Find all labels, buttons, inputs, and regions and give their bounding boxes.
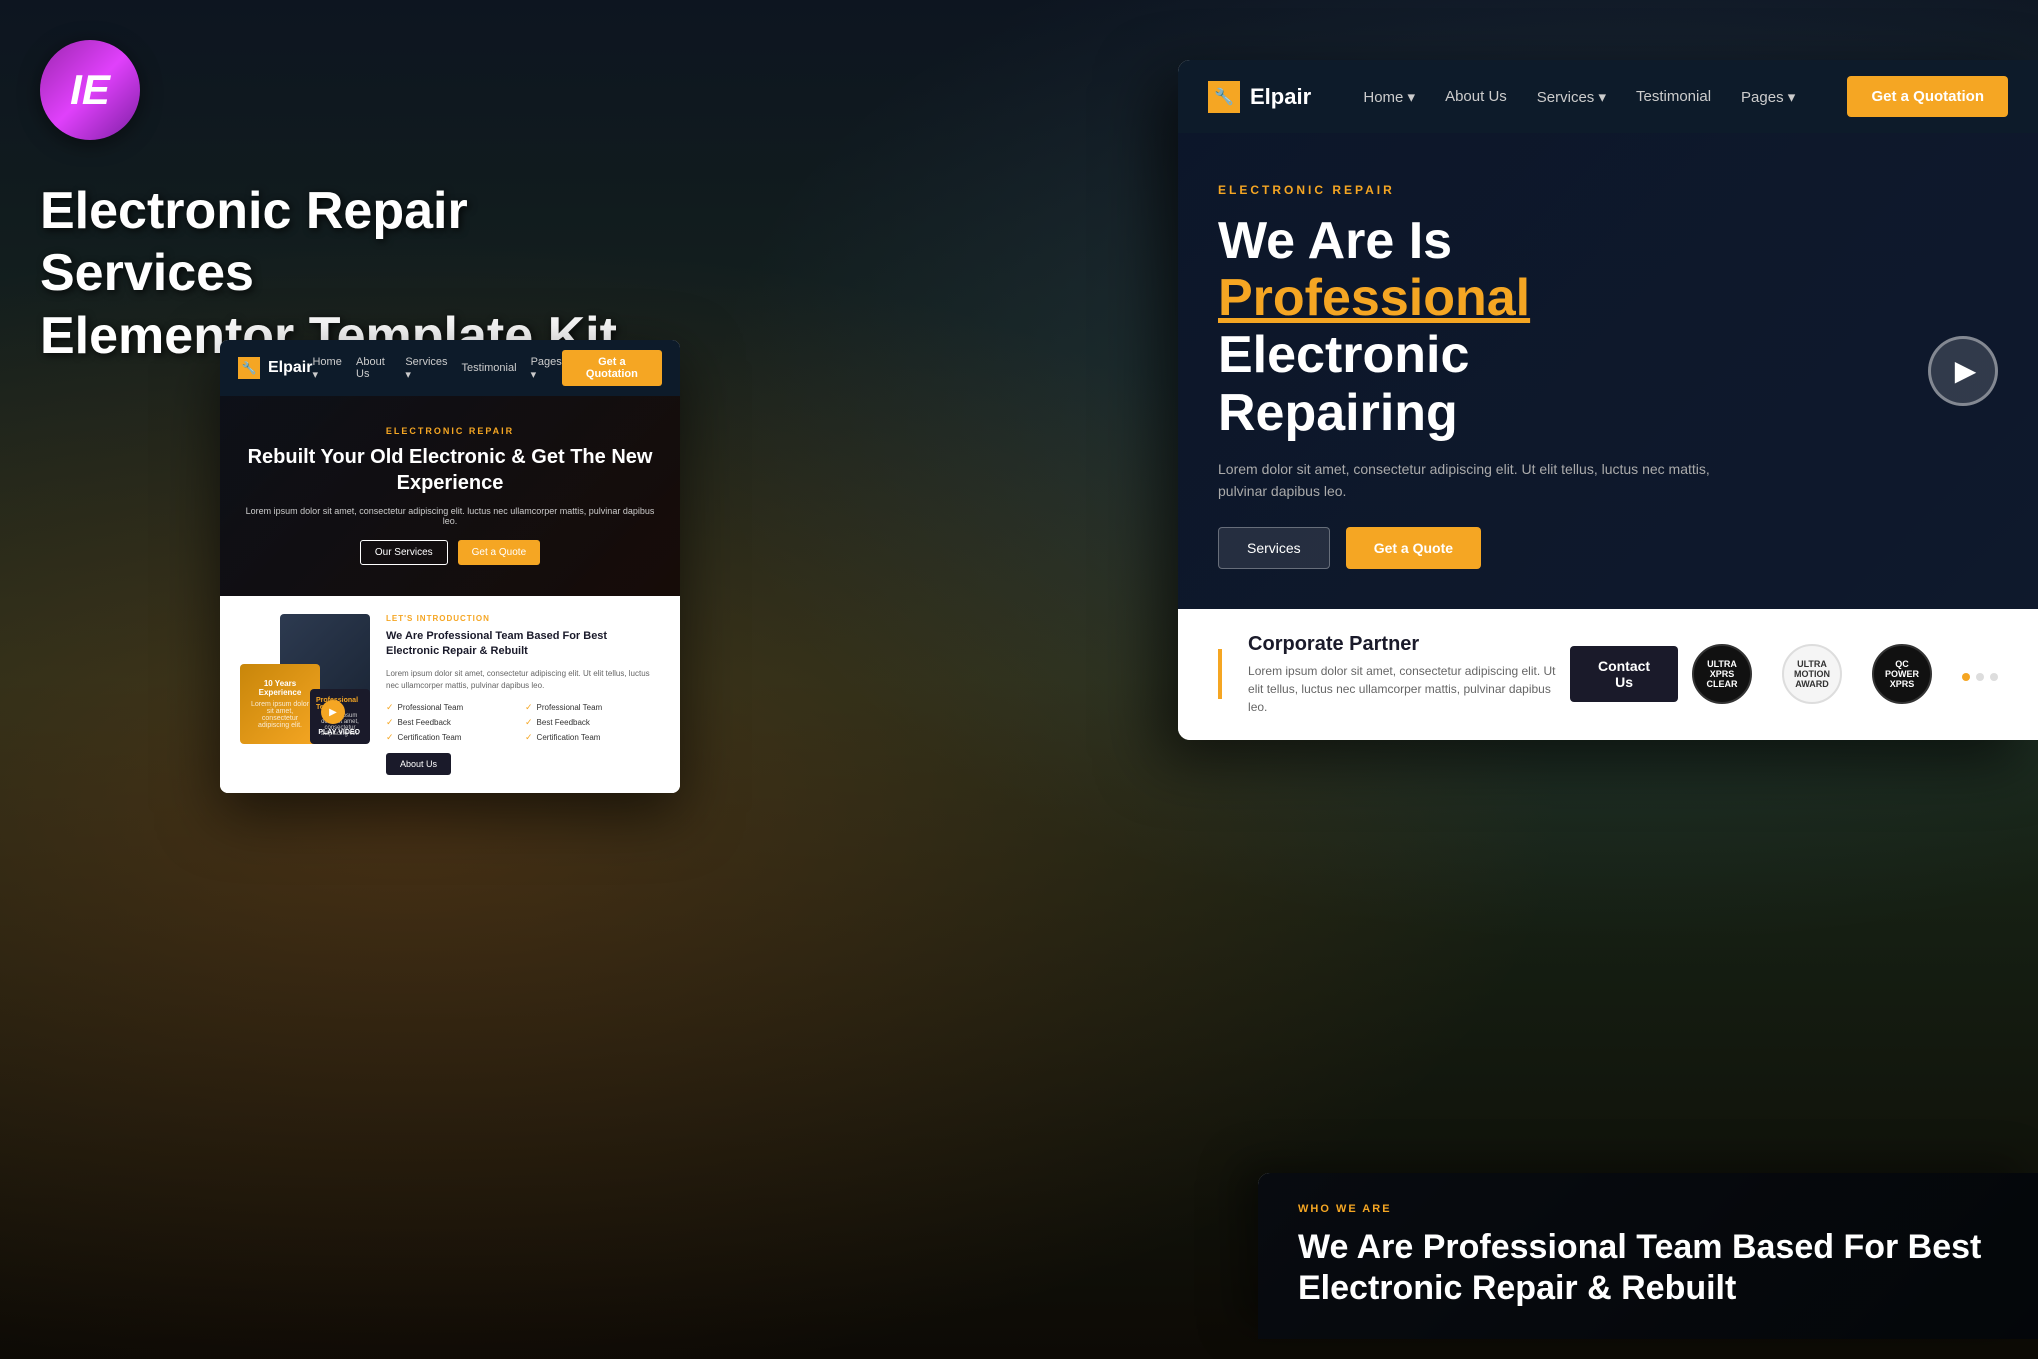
logo-icon-small: 🔧: [238, 357, 260, 379]
check-label-6: Certification Team: [537, 733, 601, 742]
check-label-1: Professional Team: [398, 703, 464, 712]
btn-get-quote-small[interactable]: Get a Quote: [458, 540, 540, 565]
bottom-card-content: WHO WE ARE We Are Professional Team Base…: [1258, 1173, 2038, 1339]
play-button-small[interactable]: ▶: [321, 700, 345, 724]
check-label-5: Certification Team: [398, 733, 462, 742]
nav-pages-small[interactable]: Pages ▾: [531, 356, 562, 381]
check-label-4: Best Feedback: [537, 718, 590, 727]
navbar-small: 🔧 Elpair Home ▾ About Us Services ▾ Test…: [220, 340, 680, 396]
check-icon-5: ✓: [386, 732, 394, 743]
check-item-5: ✓ Certification Team: [386, 732, 521, 743]
nav-home-small[interactable]: Home ▾: [312, 356, 342, 381]
about-experience-badge: 10 Years Experience Lorem ipsum dolor si…: [240, 664, 320, 744]
check-icon-6: ✓: [525, 732, 533, 743]
check-item-6: ✓ Certification Team: [525, 732, 660, 743]
nav-home-large[interactable]: Home ▾: [1363, 88, 1415, 106]
partner-text-block: Corporate Partner Lorem ipsum dolor sit …: [1248, 633, 1556, 716]
hero-small: ELECTRONIC REPAIR Rebuilt Your Old Elect…: [220, 396, 680, 596]
check-item-2: ✓ Professional Team: [525, 702, 660, 713]
bottom-card-title: We Are Professional Team Based For Best …: [1298, 1227, 1998, 1309]
preview-card-bottom: WHO WE ARE We Are Professional Team Base…: [1258, 1173, 2038, 1339]
btn-services-large[interactable]: Services: [1218, 527, 1330, 569]
nav-links-small: Home ▾ About Us Services ▾ Testimonial P…: [312, 356, 561, 381]
partner-logos: ULTRAXPRSCLEAR ULTRAMOTIONAWARD QCPOWERX…: [1692, 644, 1932, 704]
hero-title-line1: We Are Is: [1218, 212, 1452, 270]
nav-services-small[interactable]: Services ▾: [405, 356, 447, 381]
dot-2: [1976, 673, 1984, 681]
btn-our-services-small[interactable]: Our Services: [360, 540, 448, 565]
partner-desc: Lorem ipsum dolor sit amet, consectetur …: [1248, 662, 1556, 716]
elementor-letters: IE: [70, 66, 110, 114]
btn-get-quote-large[interactable]: Get a Quote: [1346, 527, 1481, 569]
nav-pages-large[interactable]: Pages ▾: [1741, 88, 1795, 106]
partner-logo-1: ULTRAXPRSCLEAR: [1692, 644, 1752, 704]
nav-testimonial-small[interactable]: Testimonial: [462, 362, 517, 374]
logo-large: 🔧 Elpair: [1208, 81, 1311, 113]
check-item-1: ✓ Professional Team: [386, 702, 521, 713]
hero-desc-large: Lorem dolor sit amet, consectetur adipis…: [1218, 458, 1718, 503]
about-desc-small: Lorem ipsum dolor sit amet, consectetur …: [386, 668, 660, 692]
check-icon-3: ✓: [386, 717, 394, 728]
hero-title-line3: Repairing: [1218, 384, 1458, 442]
play-label-small: PLAY VIDEO: [318, 729, 360, 736]
about-small: 10 Years Experience Lorem ipsum dolor si…: [220, 596, 680, 793]
elementor-logo: IE: [40, 40, 140, 140]
check-label-3: Best Feedback: [398, 718, 451, 727]
navbar-large: 🔧 Elpair Home ▾ About Us Services ▾ Test…: [1178, 60, 2038, 133]
preview-card-small: 🔧 Elpair Home ▾ About Us Services ▾ Test…: [220, 340, 680, 793]
experience-title: 10 Years Experience: [248, 679, 312, 697]
logo-text-small: Elpair: [268, 359, 312, 377]
cta-button-small[interactable]: Get a Quotation: [562, 350, 662, 386]
about-images-small: 10 Years Experience Lorem ipsum dolor si…: [240, 614, 370, 744]
hero-label-large: ELECTRONIC REPAIR: [1218, 183, 1998, 197]
play-button-large[interactable]: [1928, 336, 1998, 406]
hero-buttons-small: Our Services Get a Quote: [240, 540, 660, 565]
who-we-are-label: WHO WE ARE: [1298, 1203, 1998, 1215]
about-checklist: ✓ Professional Team ✓ Professional Team …: [386, 702, 660, 743]
hero-label-small: ELECTRONIC REPAIR: [240, 426, 660, 436]
partner-section-inner: Corporate Partner Lorem ipsum dolor sit …: [1218, 633, 1932, 716]
btn-about-small[interactable]: About Us: [386, 753, 451, 775]
check-icon-4: ✓: [525, 717, 533, 728]
intro-label: LET'S INTRODUCTION: [386, 614, 660, 623]
partner-title: Corporate Partner: [1248, 633, 1556, 656]
check-icon-2: ✓: [525, 702, 533, 713]
hero-title-highlight: Professional: [1218, 269, 1530, 327]
dot-3: [1990, 673, 1998, 681]
dot-1: [1962, 673, 1970, 681]
bottom-card-left: WHO WE ARE We Are Professional Team Base…: [1298, 1203, 1998, 1309]
hero-buttons-large: Services Get a Quote: [1218, 527, 1998, 569]
cta-button-large[interactable]: Get a Quotation: [1847, 76, 2008, 117]
nav-testimonial-large[interactable]: Testimonial: [1636, 88, 1711, 105]
logo-text-large: Elpair: [1250, 84, 1311, 110]
partner-logo-circle-3: QCPOWERXPRS: [1872, 644, 1932, 704]
hero-title-small: Rebuilt Your Old Electronic & Get The Ne…: [240, 444, 660, 496]
check-item-4: ✓ Best Feedback: [525, 717, 660, 728]
nav-services-large[interactable]: Services ▾: [1537, 88, 1606, 106]
partner-section: Corporate Partner Lorem ipsum dolor sit …: [1178, 609, 2038, 740]
experience-text: Lorem ipsum dolor sit amet, consectetur …: [248, 701, 312, 729]
hero-title-line2: Electronic: [1218, 326, 1469, 384]
check-item-3: ✓ Best Feedback: [386, 717, 521, 728]
partner-logo-2: ULTRAMOTIONAWARD: [1782, 644, 1842, 704]
hero-large: ELECTRONIC REPAIR We Are Is Professional…: [1178, 133, 2038, 609]
preview-card-large: 🔧 Elpair Home ▾ About Us Services ▾ Test…: [1178, 60, 2038, 740]
partner-dots: [1962, 673, 1998, 681]
nav-about-large[interactable]: About Us: [1445, 88, 1507, 105]
hero-title-large: We Are Is Professional Electronic Repair…: [1218, 213, 1998, 442]
partner-logo-circle-1: ULTRAXPRSCLEAR: [1692, 644, 1752, 704]
nav-about-small[interactable]: About Us: [356, 356, 391, 380]
btn-contact[interactable]: Contact Us: [1570, 646, 1678, 702]
about-title-small: We Are Professional Team Based For Best …: [386, 629, 660, 660]
nav-links-large: Home ▾ About Us Services ▾ Testimonial P…: [1363, 88, 1795, 106]
partner-logo-circle-2: ULTRAMOTIONAWARD: [1782, 644, 1842, 704]
hero-desc-small: Lorem ipsum dolor sit amet, consectetur …: [240, 506, 660, 526]
logo-icon-large: 🔧: [1208, 81, 1240, 113]
logo-small: 🔧 Elpair: [238, 357, 312, 379]
partner-bar: [1218, 649, 1222, 699]
check-label-2: Professional Team: [537, 703, 603, 712]
about-content-small: LET'S INTRODUCTION We Are Professional T…: [386, 614, 660, 775]
partner-logo-3: QCPOWERXPRS: [1872, 644, 1932, 704]
check-icon-1: ✓: [386, 702, 394, 713]
